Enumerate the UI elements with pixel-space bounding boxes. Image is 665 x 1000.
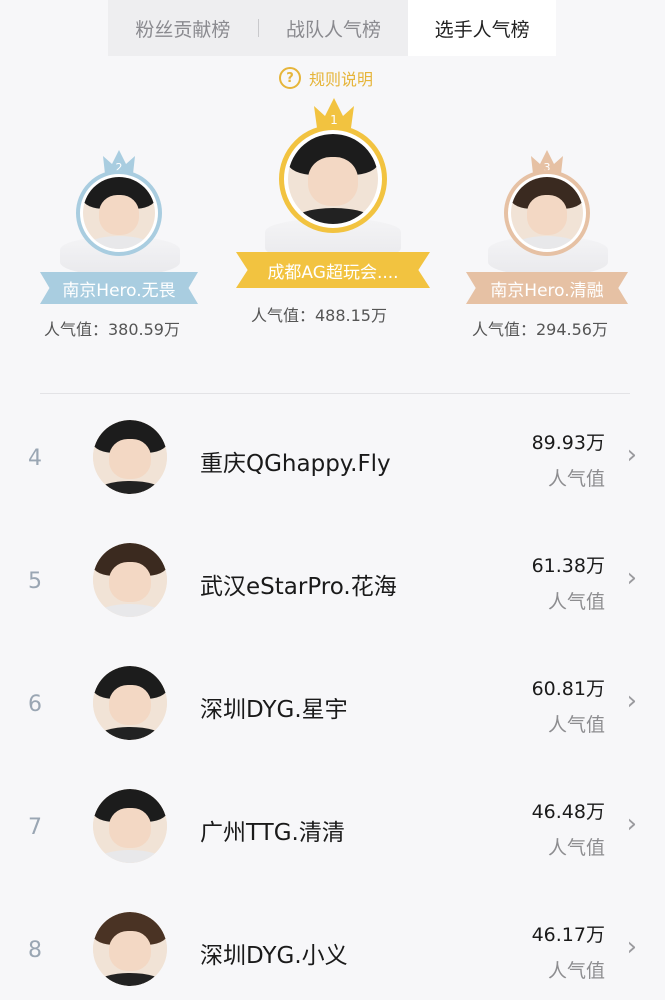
chevron-right-icon: › xyxy=(626,440,637,470)
list-item[interactable]: 5 武汉eStarPro.花海 61.38万 人气值 › xyxy=(0,521,665,644)
popularity-value: 46.17万 xyxy=(531,924,605,946)
player-name: 广州TTG.清清 xyxy=(200,820,345,846)
popularity-label: 人气值 xyxy=(547,960,605,982)
ranking-tabs: 粉丝贡献榜 战队人气榜 选手人气榜 xyxy=(108,0,557,56)
tab-fan-contribution[interactable]: 粉丝贡献榜 xyxy=(108,0,258,56)
player-name: 重庆QGhappy.Fly xyxy=(200,451,391,477)
popularity-value: 人气值：488.15万 xyxy=(251,306,387,325)
tab-player-popularity[interactable]: 选手人气榜 xyxy=(408,0,557,56)
player-name-banner: 南京Hero.清融 xyxy=(466,272,628,304)
question-icon: ? xyxy=(279,67,301,89)
avatar xyxy=(93,912,167,986)
list-item[interactable]: 4 重庆QGhappy.Fly 89.93万 人气值 › xyxy=(0,398,665,521)
chevron-right-icon: › xyxy=(626,686,637,716)
popularity-value: 60.81万 xyxy=(531,678,605,700)
rank-number: 8 xyxy=(28,938,42,963)
player-name: 武汉eStarPro.花海 xyxy=(200,574,397,600)
popularity-label: 人气值 xyxy=(547,714,605,736)
popularity-value: 61.38万 xyxy=(531,555,605,577)
popularity-label: 人气值 xyxy=(547,468,605,490)
list-item[interactable]: 8 深圳DYG.小义 46.17万 人气值 › xyxy=(0,890,665,1000)
player-name: 深圳DYG.星宇 xyxy=(200,697,348,723)
chevron-right-icon: › xyxy=(626,809,637,839)
avatar xyxy=(93,666,167,740)
popularity-value: 人气值：380.59万 xyxy=(44,320,180,339)
popularity-value: 46.48万 xyxy=(531,801,605,823)
avatar xyxy=(93,789,167,863)
divider xyxy=(40,393,630,394)
avatar xyxy=(93,543,167,617)
popularity-label: 人气值 xyxy=(547,837,605,859)
rank-number: 5 xyxy=(28,569,42,594)
avatar xyxy=(279,125,387,233)
player-name-banner: 成都AG超玩会.... xyxy=(236,252,430,288)
tab-team-popularity[interactable]: 战队人气榜 xyxy=(259,0,409,56)
avatar xyxy=(93,420,167,494)
list-item[interactable]: 7 广州TTG.清清 46.48万 人气值 › xyxy=(0,767,665,890)
list-item[interactable]: 6 深圳DYG.星宇 60.81万 人气值 › xyxy=(0,644,665,767)
avatar xyxy=(504,170,590,256)
chevron-right-icon: › xyxy=(626,932,637,962)
popularity-label: 人气值 xyxy=(547,591,605,613)
chevron-right-icon: › xyxy=(626,563,637,593)
player-name: 深圳DYG.小义 xyxy=(200,943,348,969)
popularity-value: 人气值：294.56万 xyxy=(472,320,608,339)
rank-number: 6 xyxy=(28,692,42,717)
rank-number: 4 xyxy=(28,446,42,471)
player-name-banner: 南京Hero.无畏 xyxy=(40,272,198,304)
rules-label: 规则说明 xyxy=(309,70,374,89)
rules-link[interactable]: ? 规则说明 xyxy=(279,66,373,90)
avatar xyxy=(76,170,162,256)
popularity-value: 89.93万 xyxy=(531,432,605,454)
rank-number: 7 xyxy=(28,815,42,840)
